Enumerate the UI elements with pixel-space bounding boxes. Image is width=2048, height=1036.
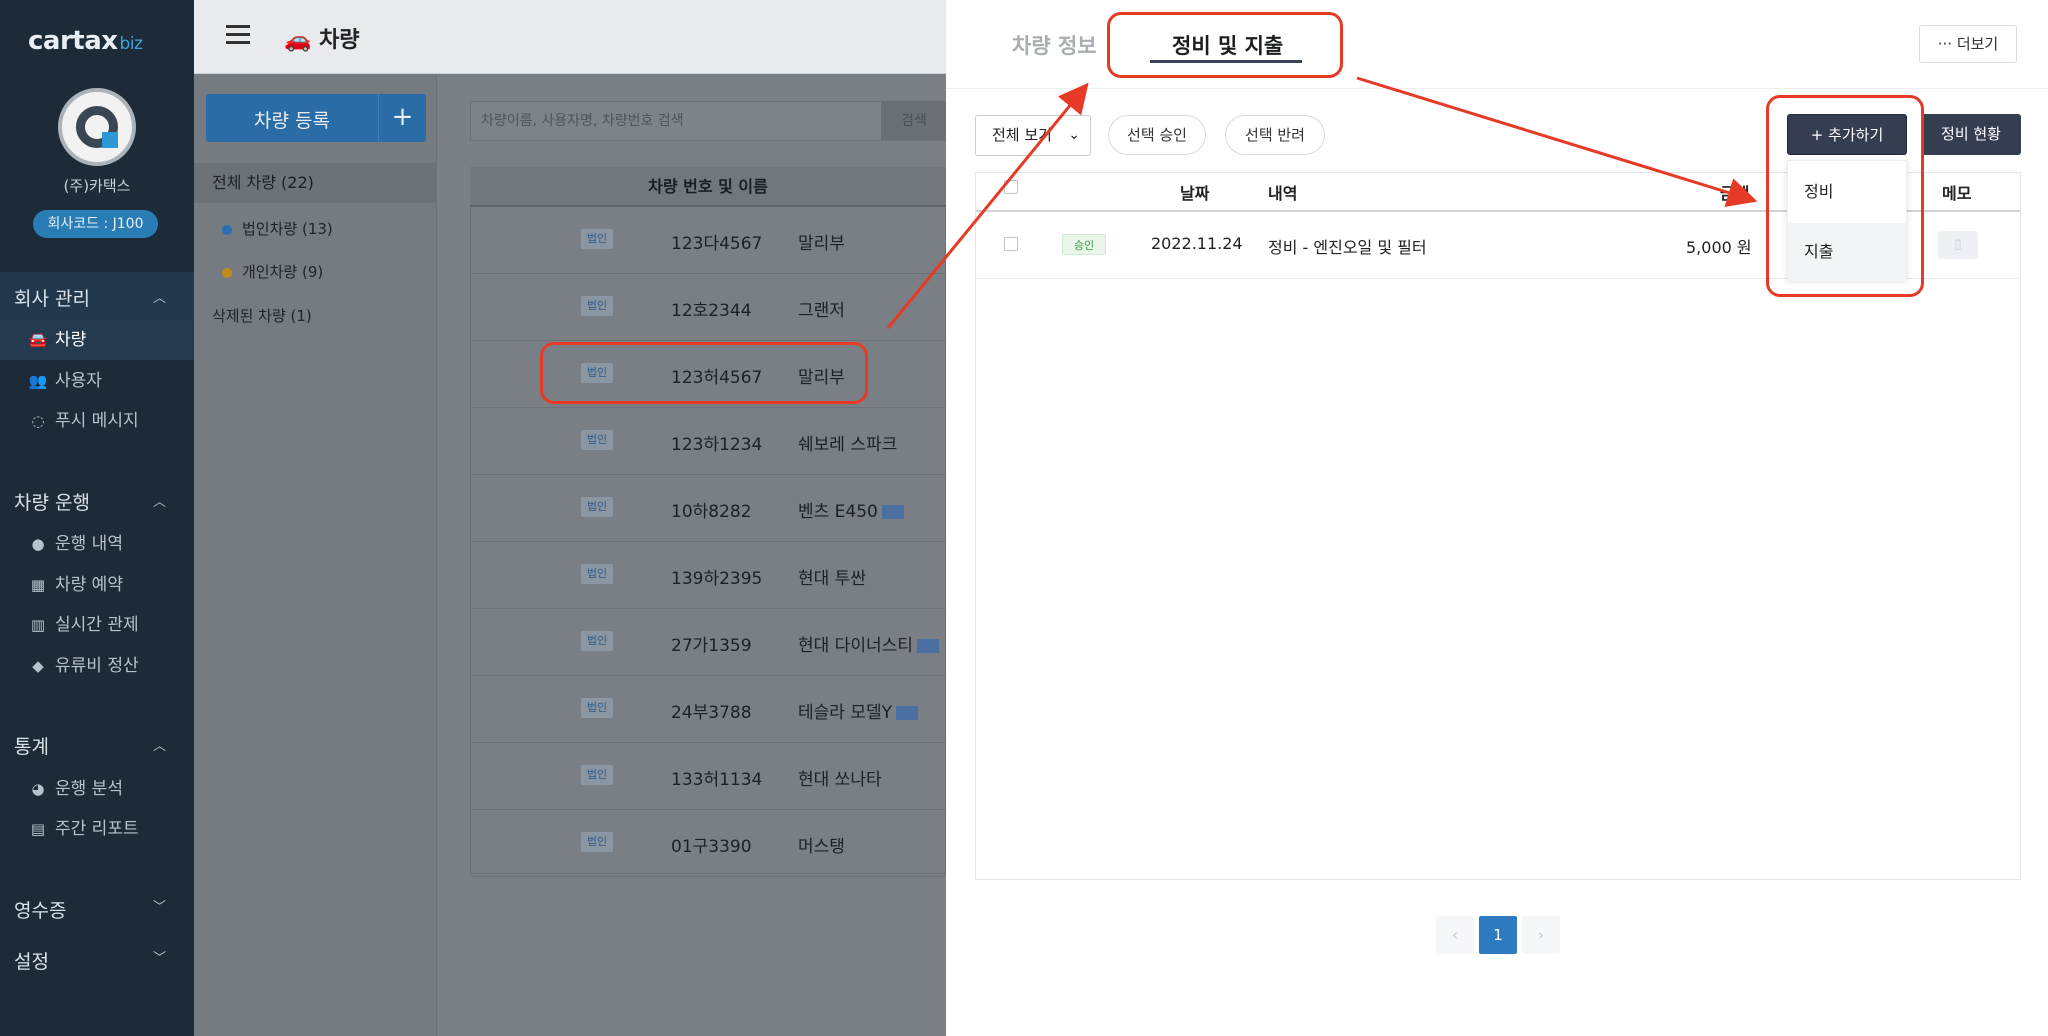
annotation-arrows [886,76,1758,329]
arrow-to-add-menu [1356,76,1758,208]
arrow-to-tab [886,82,1089,329]
